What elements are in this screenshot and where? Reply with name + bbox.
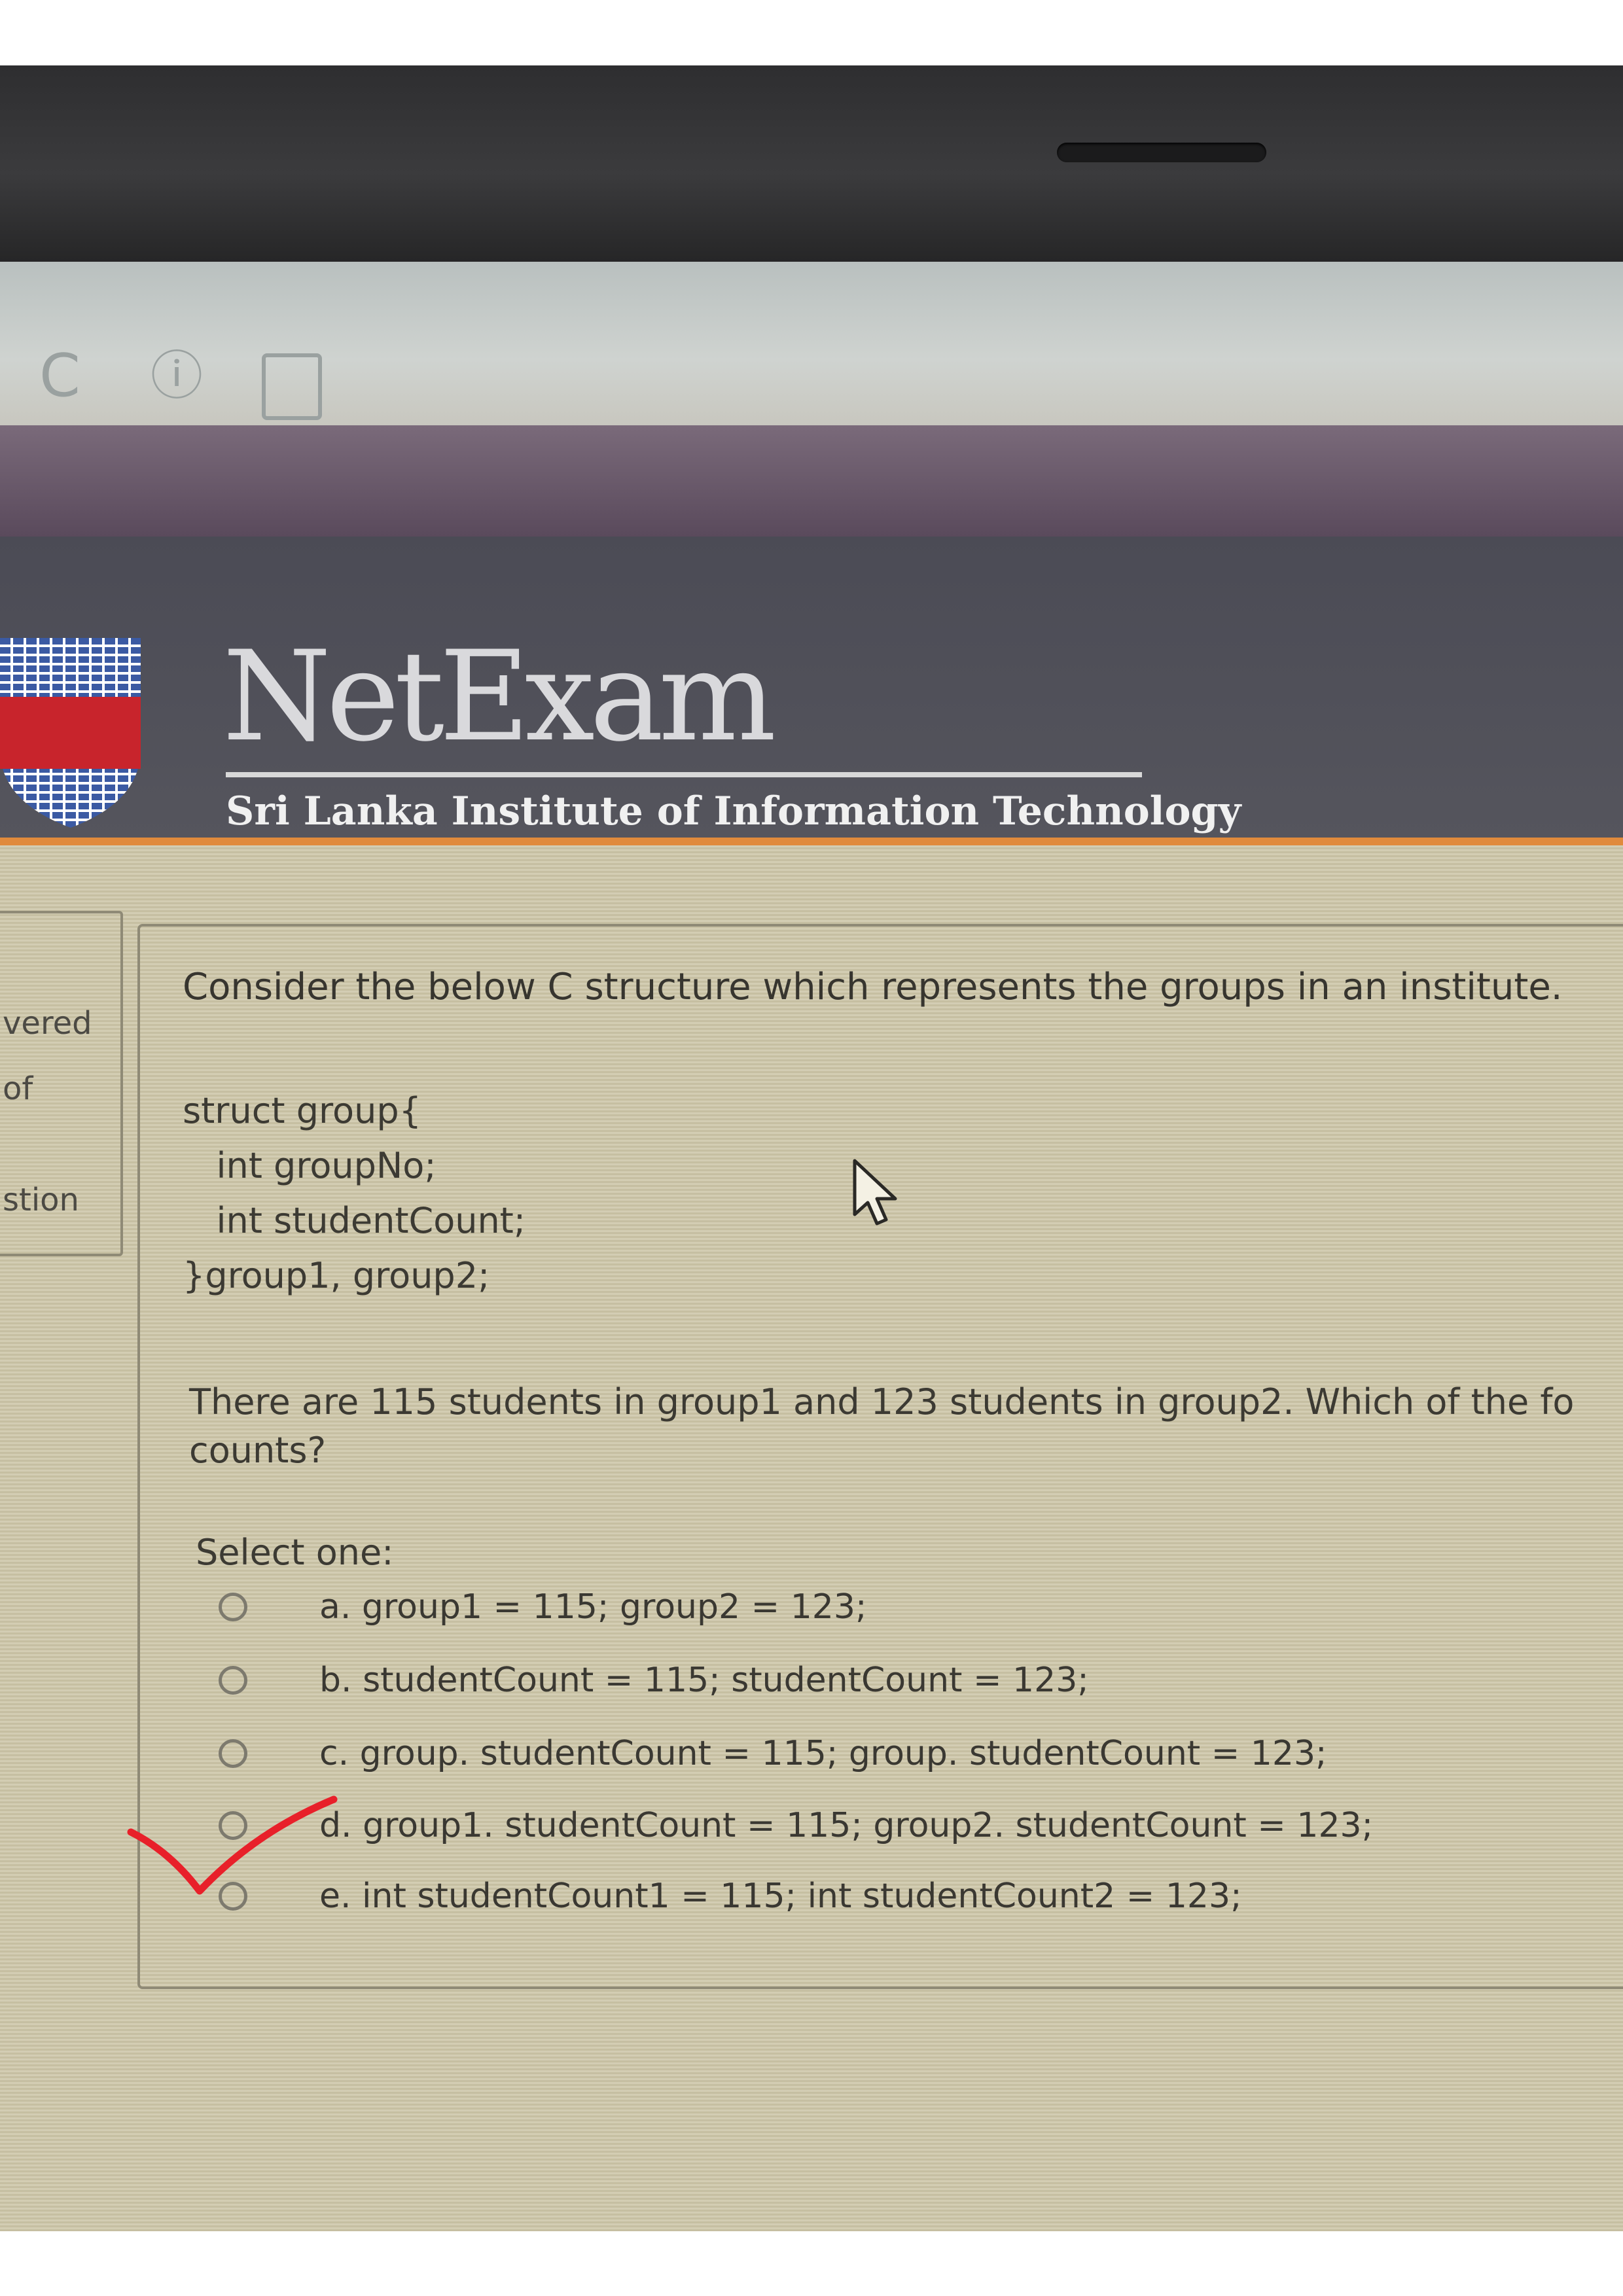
browser-toolbar: C ⓘ [0,262,1623,425]
option-label: b. studentCount = 115; studentCount = 12… [319,1661,1089,1700]
option-b[interactable]: b. studentCount = 115; studentCount = 12… [219,1654,1089,1706]
reload-icon[interactable]: C [39,347,80,406]
question-intro: Consider the below C structure which rep… [183,966,1563,1008]
code-line: int groupNo; [183,1145,437,1186]
radio-button[interactable] [219,1593,247,1621]
radio-button[interactable] [219,1739,247,1768]
laptop-bezel [0,65,1623,262]
webcam [1057,143,1266,162]
code-snippet: struct group{ int groupNo; int studentCo… [183,1084,526,1303]
header-divider [226,772,1142,777]
code-line: }group1, group2; [183,1255,490,1296]
checkmark-icon [127,1795,338,1895]
institute-name: Sri Lanka Institute of Information Techn… [226,788,1241,834]
page-icon[interactable] [262,353,322,420]
quiz-navigation-panel: vered of stion [0,911,123,1256]
site-header: NetExam Sri Lanka Institute of Informati… [0,537,1623,845]
browser-tab-strip [0,425,1623,537]
question-text-line: There are 115 students in group1 and 123… [189,1381,1575,1422]
option-label: e. int studentCount1 = 115; int studentC… [319,1877,1242,1916]
select-one-prompt: Select one: [196,1532,394,1573]
photo-of-screen: C ⓘ NetExam Sri Lanka Institute of Infor… [0,65,1623,2231]
option-label: c. group. studentCount = 115; group. stu… [319,1734,1327,1773]
option-e[interactable]: e. int studentCount1 = 115; int studentC… [219,1870,1242,1922]
main-content: vered of stion Consider the below C stru… [0,845,1623,2231]
nav-text-question: stion [3,1182,79,1218]
sliit-logo [0,638,141,828]
radio-button[interactable] [219,1666,247,1695]
option-c[interactable]: c. group. studentCount = 115; group. stu… [219,1727,1327,1780]
option-label: a. group1 = 115; group2 = 123; [319,1587,867,1627]
code-line: int studentCount; [183,1200,526,1241]
question-text: There are 115 students in group1 and 123… [189,1378,1623,1475]
option-label: d. group1. studentCount = 115; group2. s… [319,1806,1374,1845]
mouse-pointer-icon [853,1159,897,1226]
question-card: Consider the below C structure which rep… [137,924,1623,1989]
option-a[interactable]: a. group1 = 115; group2 = 123; [219,1581,866,1633]
app-title: NetExam [223,624,776,769]
option-d[interactable]: d. group1. studentCount = 115; group2. s… [219,1799,1373,1852]
info-icon[interactable]: ⓘ [151,347,203,406]
question-text-line: counts? [189,1430,327,1471]
nav-text-of: of [3,1070,33,1107]
code-line: struct group{ [183,1090,421,1131]
nav-text-answered: vered [3,1005,92,1042]
